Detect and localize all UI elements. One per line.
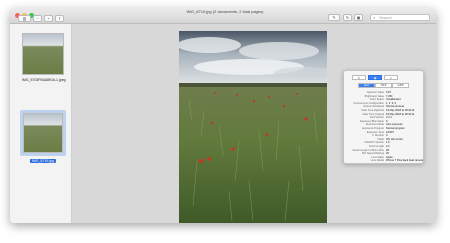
thumbnail-label: IMG_5703FB4A8916-1.jpeg xyxy=(22,78,66,82)
subtab-gps[interactable]: GPS xyxy=(392,83,409,88)
share-button[interactable]: ⇪ xyxy=(55,15,64,22)
inspector-panel: ℹ ◉ ⌖ Exif TIFF GPS Aperture Value 3.97 B… xyxy=(343,70,424,164)
thumbnail-frame xyxy=(22,33,64,75)
exif-row: Lens Model iPhone 7 Plus back dual camera xyxy=(370,159,423,163)
pen-icon: ✎ xyxy=(332,15,336,20)
rotate-button[interactable]: ↻ xyxy=(343,14,352,21)
search-field[interactable]: ⌕ Search xyxy=(370,14,430,21)
tab-gps[interactable]: ⌖ xyxy=(384,75,398,80)
exif-table: Aperture Value 3.97 Brightness Value 7.254… xyxy=(346,91,423,163)
markup-button[interactable]: ✎ xyxy=(328,14,340,21)
image-canvas: ℹ ◉ ⌖ Exif TIFF GPS Aperture Value 3.97 B… xyxy=(72,24,436,223)
thumbnail-item-2[interactable]: IMG_8719.jpg xyxy=(20,110,66,163)
tab-general[interactable]: ℹ xyxy=(352,75,366,80)
thumbnail-image xyxy=(23,113,63,153)
tab-exif[interactable]: ◉ xyxy=(368,75,382,80)
location-icon: ⌖ xyxy=(390,75,392,80)
thumbnail-frame-selected xyxy=(20,110,66,156)
sidebar-toggle-button[interactable]: ▥ xyxy=(18,15,31,22)
thumbnail-label-text: IMG_8719.jpg xyxy=(30,159,56,163)
window-title: IMG_8719.jpg (2 documents, 2 total pages… xyxy=(186,9,264,14)
main-photo[interactable] xyxy=(179,31,327,223)
share-icon: ⇪ xyxy=(57,16,62,21)
zoom-in-icon: + xyxy=(47,16,50,21)
thumbnail-item-1[interactable]: IMG_5703FB4A8916-1.jpeg xyxy=(22,33,66,82)
subtab-tiff[interactable]: TIFF xyxy=(375,83,392,88)
zoom-out-icon: − xyxy=(36,16,39,21)
inspector-subtabs: Exif TIFF GPS xyxy=(358,83,409,88)
subtab-exif[interactable]: Exif xyxy=(358,83,375,88)
thumbnail-image xyxy=(22,33,64,75)
thumbnail-sidebar: IMG_5703FB4A8916-1.jpeg IMG_8719.jpg xyxy=(10,24,72,223)
search-placeholder: Search xyxy=(379,15,392,20)
info-icon: ℹ xyxy=(358,75,360,80)
zoom-out-button[interactable]: − xyxy=(33,15,42,22)
search-icon: ⌕ xyxy=(373,15,376,20)
title-bar: ▥ − + ⇪ IMG_8719.jpg (2 documents, 2 tot… xyxy=(10,8,436,24)
zoom-in-button[interactable]: + xyxy=(44,15,53,22)
rotate-icon: ↻ xyxy=(345,15,350,20)
preview-window: ▥ − + ⇪ IMG_8719.jpg (2 documents, 2 tot… xyxy=(10,8,436,223)
wheat-field-photo xyxy=(179,31,327,223)
toolbox-icon: ▣ xyxy=(356,15,361,20)
edit-toolbar-button[interactable]: ▣ xyxy=(354,14,363,21)
sidebar-icon: ▥ xyxy=(22,16,27,21)
exif-icon: ◉ xyxy=(373,75,377,80)
inspector-tabs: ℹ ◉ ⌖ xyxy=(352,75,398,80)
thumbnail-label: IMG_8719.jpg xyxy=(20,159,66,163)
